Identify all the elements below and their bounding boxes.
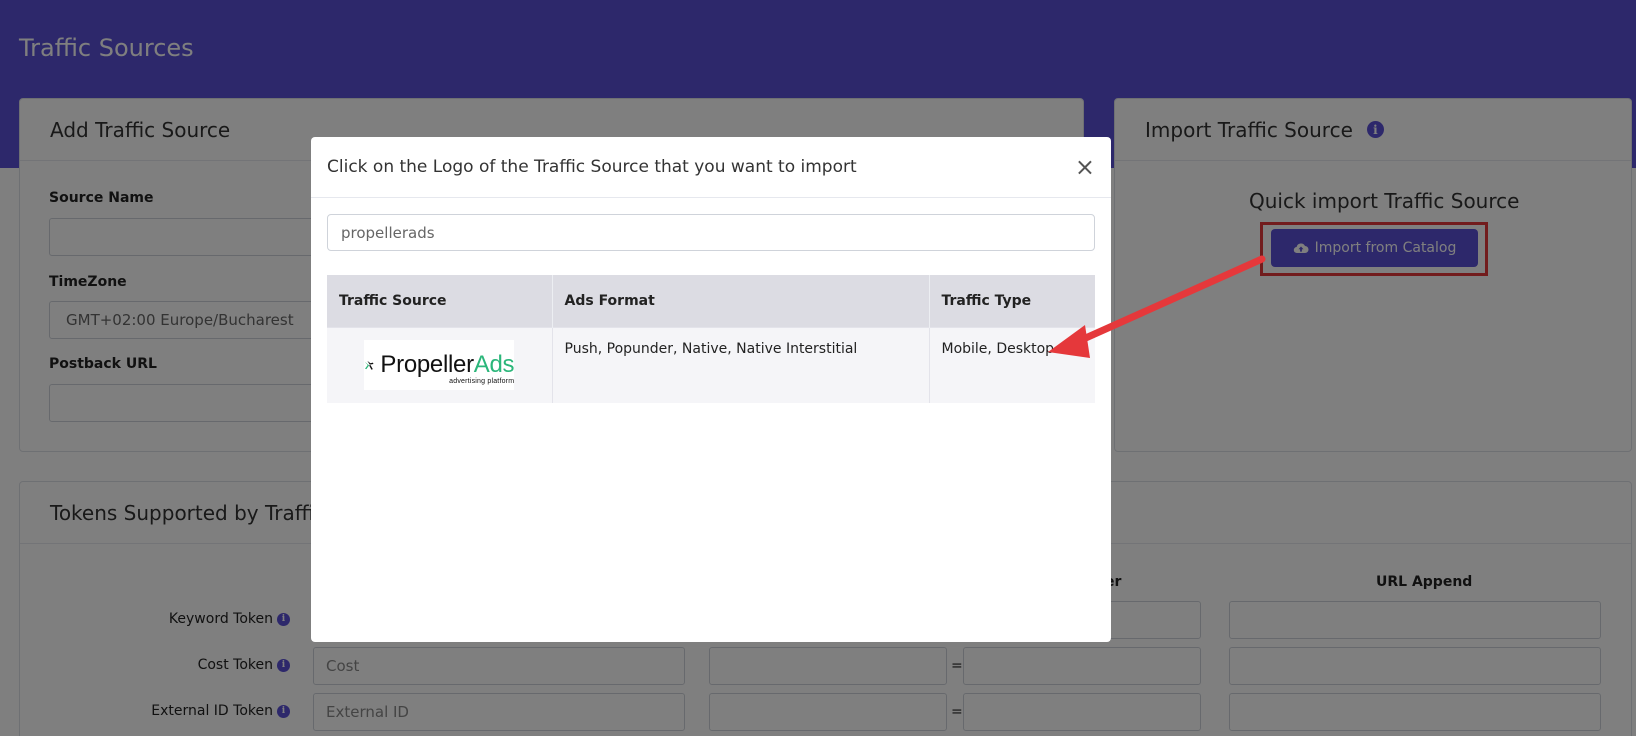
close-icon[interactable]: ×: [1075, 155, 1095, 179]
catalog-search-input[interactable]: propellerads: [327, 214, 1095, 251]
logo-subtitle: advertising platform: [449, 377, 515, 385]
propellerads-wordmark: PropellerAds advertising platform: [380, 350, 515, 385]
traffic-source-table: Traffic Source Ads Format Traffic Type P…: [327, 275, 1095, 403]
logo-cell: PropellerAds advertising platform: [339, 339, 540, 390]
import-catalog-modal: Click on the Logo of the Traffic Source …: [311, 137, 1111, 642]
modal-header: Click on the Logo of the Traffic Source …: [311, 137, 1111, 198]
column-traffic-source: Traffic Source: [327, 275, 553, 327]
modal-title: Click on the Logo of the Traffic Source …: [327, 157, 857, 177]
traffic-source-cell: PropellerAds advertising platform: [327, 326, 553, 403]
table-header-row: Traffic Source Ads Format Traffic Type: [327, 275, 1095, 327]
ads-format-cell: Push, Popunder, Native, Native Interstit…: [552, 326, 930, 403]
traffic-type-cell: Mobile, Desktop: [929, 326, 1095, 403]
table-row[interactable]: PropellerAds advertising platform Push, …: [327, 326, 1095, 403]
propellerads-mark-icon: [364, 360, 374, 370]
propellerads-logo[interactable]: PropellerAds advertising platform: [364, 339, 515, 390]
column-ads-format: Ads Format: [552, 275, 930, 327]
column-traffic-type: Traffic Type: [929, 275, 1095, 327]
